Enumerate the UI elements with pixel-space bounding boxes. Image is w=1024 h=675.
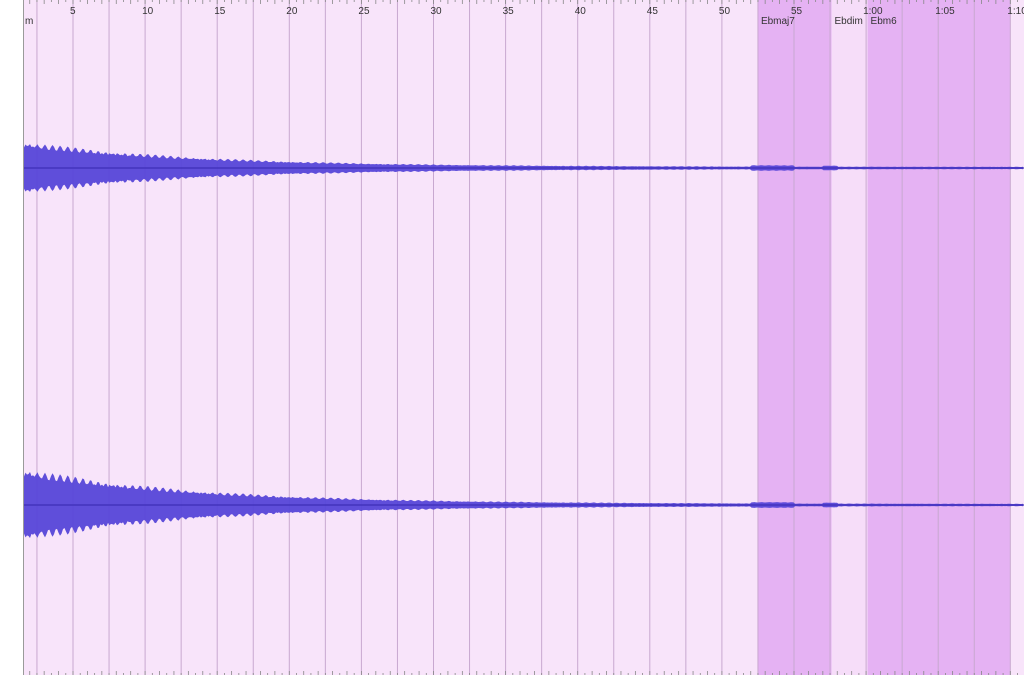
- ruler-start-label: m: [25, 16, 33, 27]
- ruler-time-label: 10: [142, 6, 154, 17]
- ruler-time-label: 1:05: [935, 6, 955, 17]
- ruler-time-label: 15: [214, 6, 226, 17]
- ruler-time-label: 25: [358, 6, 370, 17]
- ruler-time-label: 40: [575, 6, 587, 17]
- chord-region[interactable]: [831, 0, 868, 675]
- left-gutter: [0, 0, 24, 675]
- chord-region[interactable]: [757, 0, 832, 675]
- ruler-time-label: 1:10: [1007, 6, 1024, 17]
- chord-label: Ebm6: [871, 16, 898, 27]
- waveform-track[interactable]: m 5 10 15 20 25 30 35 40 45 50 55 1:00 1:05 1:10 Ebmaj7…: [24, 0, 1024, 675]
- waveform-canvas[interactable]: m5 10 15 20 25 30 35 40 45 50 55 1:00 1:05 1:10Ebmaj7…: [24, 0, 1024, 675]
- chord-label: Ebdim: [834, 16, 862, 27]
- ruler-time-label: 35: [503, 6, 515, 17]
- ruler-time-label: 50: [719, 6, 731, 17]
- ruler-time-label: 5: [70, 6, 76, 17]
- chord-region[interactable]: [867, 0, 1011, 675]
- ruler-time-label: 20: [286, 6, 298, 17]
- ruler-time-label: 30: [431, 6, 443, 17]
- ruler-time-label: 45: [647, 6, 659, 17]
- chord-label: Ebmaj7: [761, 16, 795, 27]
